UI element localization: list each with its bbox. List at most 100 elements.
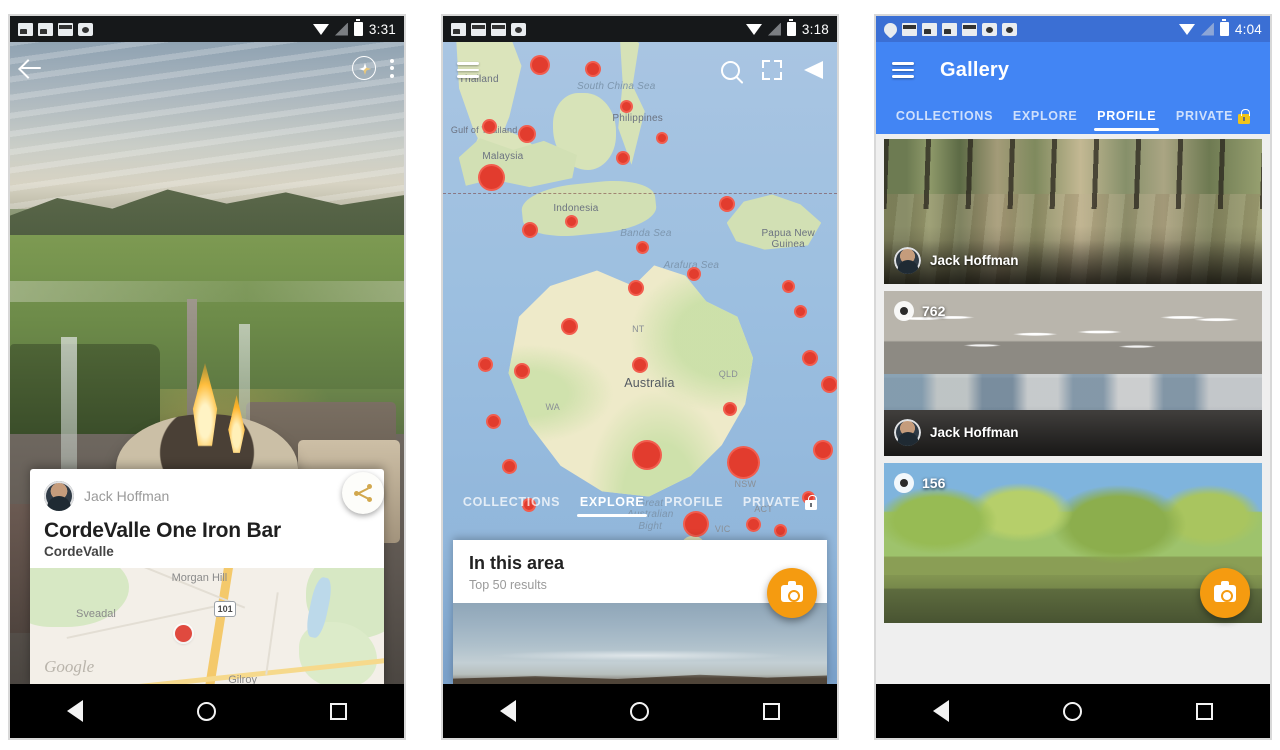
lock-icon: [1238, 109, 1251, 124]
location-minimap[interactable]: 101 Morgan Hill Sveadal Gilroy Google: [30, 568, 384, 684]
map-cluster-dot[interactable]: [793, 305, 807, 319]
map-cluster-dot[interactable]: [628, 279, 645, 296]
map-cluster-dot[interactable]: [521, 221, 538, 238]
map-attribution: Google: [44, 656, 95, 676]
eye-icon: [894, 473, 914, 493]
camera-icon: [982, 22, 997, 36]
status-bar: 4:04: [876, 16, 1270, 42]
back-arrow-icon[interactable]: [20, 57, 42, 79]
map-label-philippines: Philippines: [612, 112, 663, 124]
status-bar: 3:31: [10, 16, 404, 42]
map-cluster-dot[interactable]: [726, 446, 760, 480]
in-this-area-sheet[interactable]: In this area Top 50 results: [453, 540, 827, 684]
map-cluster-dot[interactable]: [773, 523, 787, 537]
map-label-gilroy: Gilroy: [228, 674, 257, 684]
map-cluster-dot[interactable]: [502, 459, 518, 475]
camera-icon: [1214, 581, 1236, 602]
map-cluster-dot[interactable]: [486, 414, 502, 430]
map-label-qld: QLD: [718, 369, 738, 380]
back-triangle-icon[interactable]: [67, 700, 83, 722]
back-triangle-icon[interactable]: [500, 700, 516, 722]
tab-profile[interactable]: PROFILE: [664, 495, 723, 520]
camera-fab[interactable]: [767, 568, 817, 618]
home-circle-icon[interactable]: [1063, 701, 1082, 721]
tab-collections[interactable]: COLLECTIONS: [896, 109, 993, 134]
map-cluster-dot[interactable]: [687, 266, 702, 281]
photo-detail-screen: Jack Hoffman CordeValle One Iron Bar Cor…: [10, 42, 404, 684]
signal-icon: [334, 22, 348, 36]
map-cluster-dot[interactable]: [513, 363, 530, 379]
tab-private-group[interactable]: PRIVATE: [743, 495, 818, 520]
map-toolbar-actions: [721, 60, 823, 80]
photo-info-card[interactable]: Jack Hoffman CordeValle One Iron Bar Cor…: [30, 469, 384, 684]
map-pin[interactable]: [175, 624, 193, 642]
map-cluster-dot[interactable]: [478, 356, 494, 372]
card-author-row[interactable]: Jack Hoffman: [30, 469, 384, 515]
map-cluster-dot[interactable]: [821, 375, 837, 393]
photo-icon: [38, 22, 53, 36]
share-fab[interactable]: [342, 472, 384, 514]
wifi-icon: [745, 23, 762, 35]
tab-private[interactable]: PRIVATE: [743, 495, 800, 520]
map-cluster-dot[interactable]: [718, 196, 735, 213]
photo-toolbar: [10, 42, 404, 94]
tab-private-group[interactable]: PRIVATE: [1176, 109, 1251, 134]
photo-icon: [18, 22, 33, 36]
mail-icon: [471, 22, 486, 36]
map-cluster-dot[interactable]: [620, 99, 634, 113]
sheet-result-photo[interactable]: [453, 603, 827, 684]
eye-icon: [894, 301, 914, 321]
app-bar-row: Gallery: [876, 42, 1270, 98]
android-nav-bar: [443, 684, 837, 738]
list-item[interactable]: 762 Jack Hoffman: [884, 291, 1262, 456]
camera-fab[interactable]: [1200, 568, 1250, 618]
mail-icon: [962, 22, 977, 36]
map-label-morgan-hill: Morgan Hill: [171, 571, 228, 584]
status-time: 3:31: [368, 21, 396, 37]
gallery-tab-bar: COLLECTIONS EXPLORE PROFILE PRIVATE: [876, 98, 1270, 134]
status-system-icons: 3:18: [745, 19, 829, 37]
battery-icon: [786, 19, 796, 36]
map-cluster-dot[interactable]: [722, 401, 737, 416]
tab-collections[interactable]: COLLECTIONS: [463, 495, 560, 520]
map-cluster-dot[interactable]: [478, 163, 506, 191]
phone-gallery-profile: 4:04 Gallery COLLECTIONS EXPLORE PROFILE…: [874, 14, 1272, 740]
tab-explore[interactable]: EXPLORE: [576, 495, 648, 520]
expand-icon[interactable]: [762, 60, 782, 80]
camera-icon: [511, 22, 526, 36]
hamburger-icon[interactable]: [457, 62, 479, 78]
map-cluster-dot[interactable]: [632, 356, 649, 373]
map-cluster-dot[interactable]: [655, 131, 668, 144]
tab-private[interactable]: PRIVATE: [1176, 109, 1233, 134]
sheet-subtitle: Top 50 results: [469, 578, 547, 592]
map-cluster-dot[interactable]: [813, 440, 834, 461]
map-label-vic: VIC: [714, 523, 731, 534]
battery-icon: [353, 19, 363, 36]
map-cluster-dot[interactable]: [616, 151, 631, 166]
back-triangle-icon[interactable]: [933, 700, 949, 722]
tab-profile[interactable]: PROFILE: [1094, 109, 1160, 134]
tab-explore[interactable]: EXPLORE: [1013, 109, 1078, 134]
recents-square-icon[interactable]: [1196, 702, 1213, 720]
map-cluster-dot[interactable]: [801, 350, 818, 367]
compass-icon[interactable]: [352, 56, 376, 80]
battery-icon: [1219, 19, 1229, 36]
photo-icon: [922, 22, 937, 36]
share-icon: [354, 484, 372, 502]
home-circle-icon[interactable]: [630, 701, 649, 721]
status-notification-icons: [881, 19, 1017, 39]
photo-icon: [451, 22, 466, 36]
map-cluster-dot[interactable]: [517, 125, 536, 144]
recents-square-icon[interactable]: [763, 702, 780, 720]
hamburger-icon[interactable]: [892, 62, 914, 78]
search-icon[interactable]: [721, 60, 740, 80]
recents-square-icon[interactable]: [330, 702, 347, 720]
home-circle-icon[interactable]: [197, 701, 216, 721]
map-cluster-dot[interactable]: [781, 279, 795, 293]
map-cluster-dot[interactable]: [632, 440, 663, 471]
list-item[interactable]: Jack Hoffman: [884, 139, 1262, 284]
navigate-icon[interactable]: [804, 61, 823, 79]
overflow-menu-icon[interactable]: [390, 58, 394, 78]
map-label-australia: Australia: [624, 375, 675, 390]
map-cluster-dot[interactable]: [636, 241, 650, 255]
